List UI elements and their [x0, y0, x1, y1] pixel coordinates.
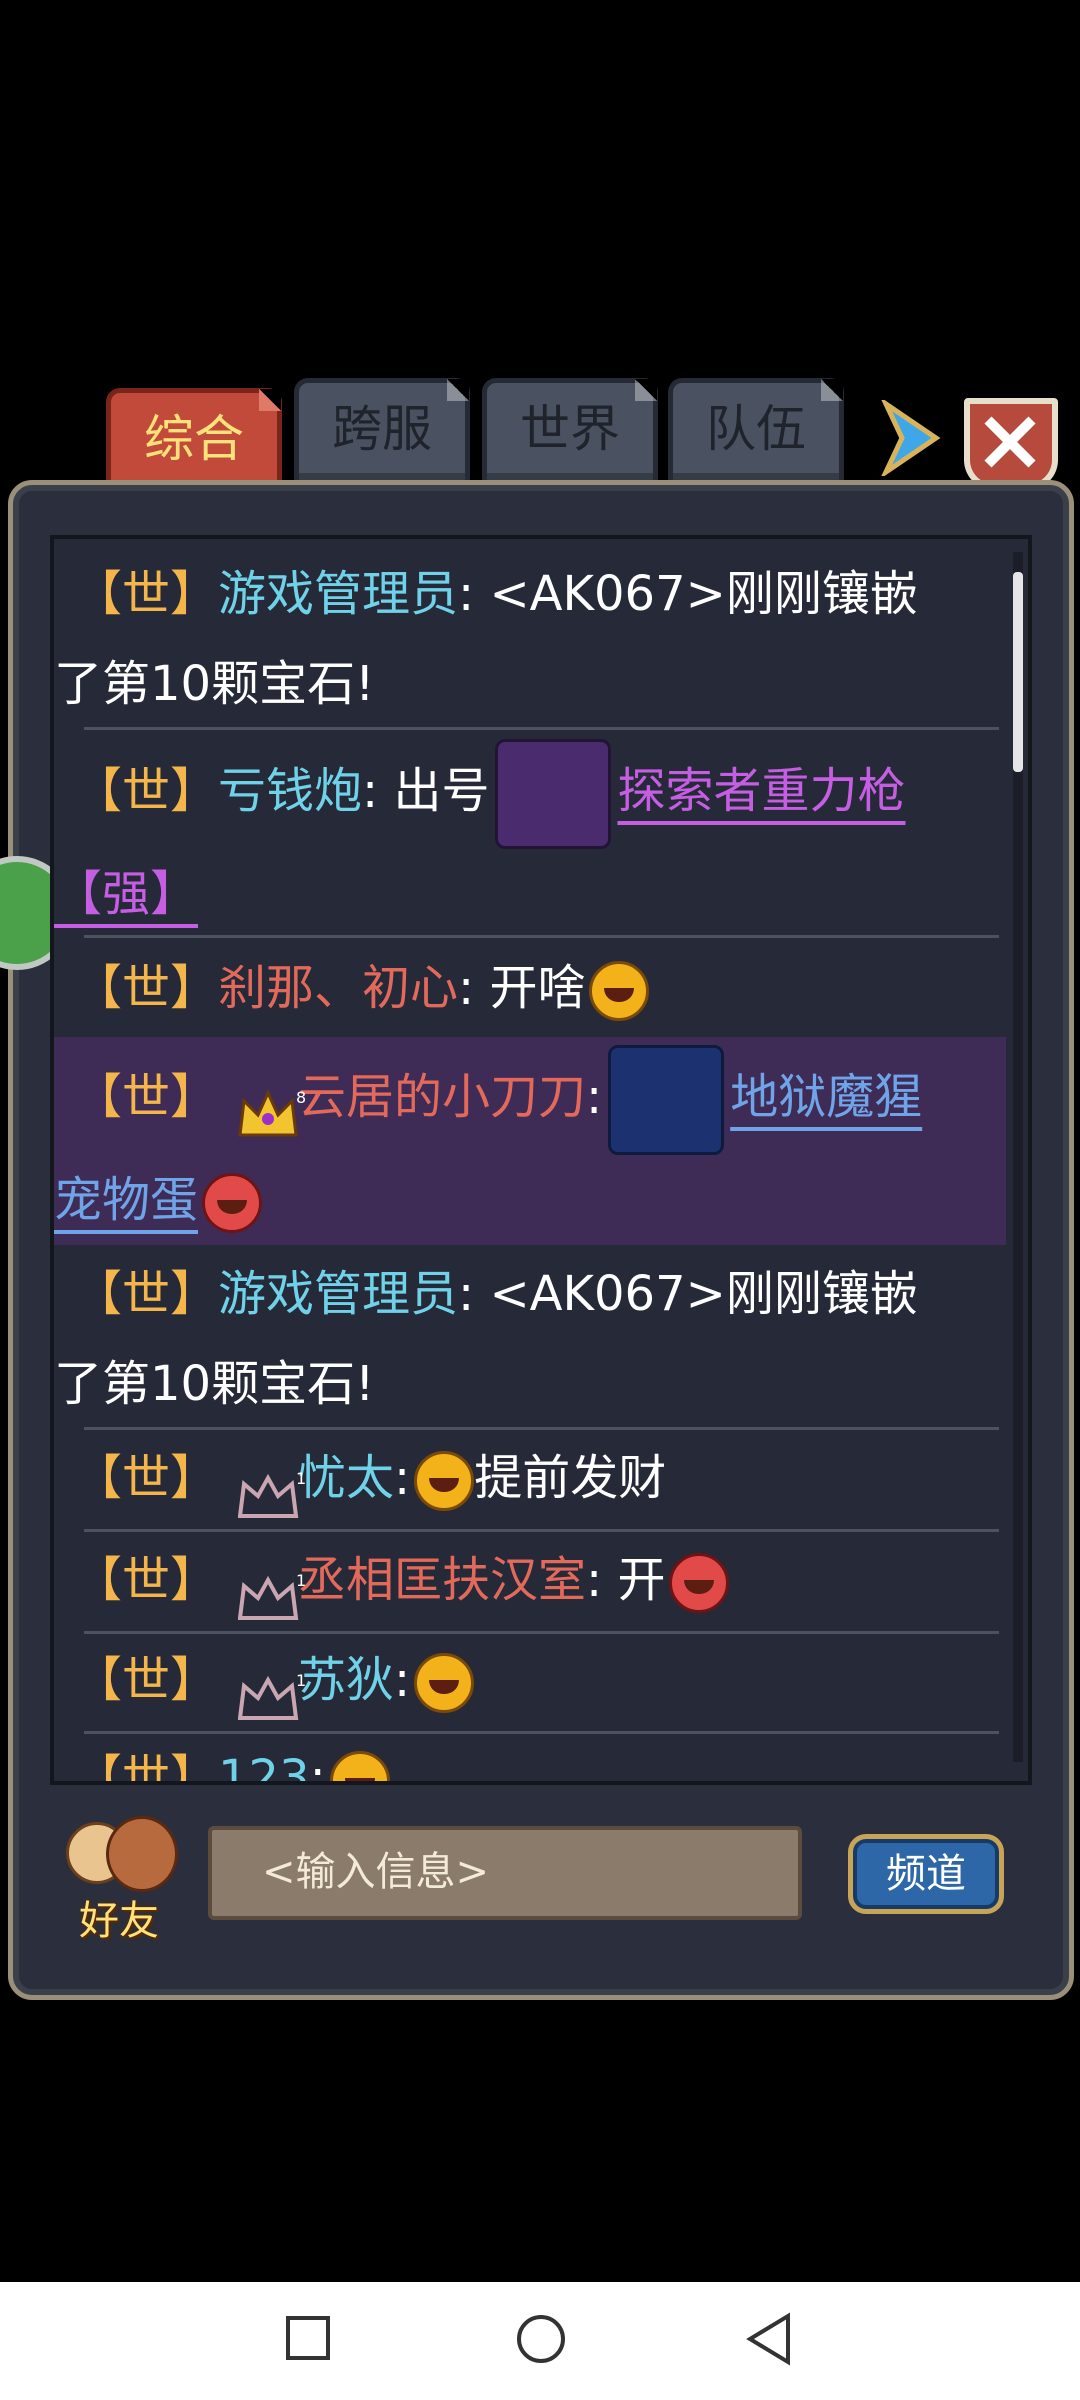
- sender-name[interactable]: 123: [218, 1750, 310, 1781]
- tab-team-label: 队伍: [706, 400, 806, 458]
- tab-world[interactable]: 世界: [482, 378, 658, 488]
- angry-emoji-icon: [202, 1173, 263, 1233]
- sender-name[interactable]: 丞相匡扶汉室: [298, 1552, 586, 1608]
- message-text-line2: 了第10颗宝石!: [54, 656, 375, 712]
- crown-icon: 1: [237, 1661, 306, 1720]
- channel-button-label: 频道: [886, 1851, 966, 1897]
- back-icon[interactable]: [744, 2312, 794, 2366]
- message-colon: :: [394, 1450, 411, 1506]
- sender-name[interactable]: 苏狄: [298, 1652, 394, 1708]
- gold-crown-icon: 8: [238, 1078, 306, 1137]
- friend-avatar-icon: [106, 1816, 178, 1892]
- chat-message: 【世】 8 云居的小刀刀: 地狱魔猩 宠物蛋: [54, 1045, 1006, 1245]
- laugh-emoji-icon: [589, 961, 650, 1021]
- laugh-emoji-icon: [414, 1653, 475, 1713]
- message-text: 提前发财: [474, 1450, 667, 1506]
- divider: [84, 1427, 999, 1430]
- friends-label: 好友: [79, 1898, 159, 1944]
- tab-cross-server-label: 跨服: [332, 400, 432, 458]
- chat-message: 【世】 1 苏狄:: [54, 1635, 1006, 1725]
- sender-name[interactable]: 忧太: [298, 1450, 394, 1506]
- gravity-gun-icon[interactable]: [495, 739, 612, 849]
- collapse-arrow-icon[interactable]: [880, 400, 944, 476]
- crown-level: 1: [296, 1672, 306, 1690]
- system-nav-bar: [0, 2282, 1080, 2400]
- message-colon: :: [586, 1069, 603, 1125]
- friends-button[interactable]: 好友: [60, 1816, 178, 1946]
- divider: [84, 727, 999, 730]
- divider: [84, 1631, 999, 1634]
- chat-message: 【世】 1 丞相匡扶汉室: 开: [54, 1535, 1006, 1625]
- channel-tag: 【世】: [74, 1750, 219, 1785]
- channel-tag: 【世】: [74, 1652, 219, 1708]
- sender-name[interactable]: 游戏管理员: [218, 566, 458, 622]
- pet-egg-icon[interactable]: [608, 1045, 725, 1155]
- channel-tag: 【世】: [74, 960, 219, 1016]
- laugh-emoji-icon: [329, 1751, 390, 1781]
- item-link[interactable]: 地狱魔猩: [730, 1069, 922, 1125]
- message-text: : 开: [586, 1552, 666, 1608]
- divider: [84, 1529, 999, 1532]
- item-link-line2[interactable]: 宠物蛋: [54, 1172, 198, 1228]
- tab-world-label: 世界: [520, 400, 620, 458]
- tab-cross-server[interactable]: 跨服: [294, 378, 470, 488]
- chat-message: 【世】刹那、初心: 开啥: [54, 943, 1006, 1033]
- chat-message: 【世】游戏管理员: <AK067>刚刚镶嵌 了第10颗宝石!: [54, 1249, 1006, 1429]
- message-input[interactable]: <输入信息>: [208, 1826, 802, 1920]
- close-button[interactable]: [964, 398, 1058, 490]
- chat-log[interactable]: 【世】游戏管理员: <AK067>刚刚镶嵌 了第10颗宝石! 【世】亏钱炮: 出…: [50, 535, 1032, 1785]
- tab-general-label: 综合: [144, 410, 244, 468]
- sender-name[interactable]: 刹那、初心: [218, 960, 458, 1016]
- channel-tag: 【世】: [74, 1266, 219, 1322]
- crown-level: 1: [296, 1470, 306, 1488]
- channel-tag: 【世】: [74, 1552, 219, 1608]
- crown-level: 1: [296, 1572, 306, 1590]
- home-icon[interactable]: [514, 2312, 568, 2366]
- sender-name[interactable]: 亏钱炮: [218, 763, 362, 819]
- sender-name[interactable]: 云居的小刀刀: [298, 1069, 586, 1125]
- chat-message: 【世】亏钱炮: 出号 探索者重力枪 【强】: [54, 739, 1006, 939]
- chat-message: 【世】 1 忧太: 提前发财: [54, 1433, 1006, 1523]
- item-link[interactable]: 探索者重力枪: [617, 763, 905, 819]
- channel-tag: 【世】: [74, 1069, 219, 1125]
- recent-apps-icon[interactable]: [284, 2314, 334, 2364]
- scrollbar-thumb[interactable]: [1013, 572, 1023, 772]
- message-text: : <AK067>刚刚镶嵌: [458, 1266, 918, 1322]
- chat-scrollbar[interactable]: [1013, 552, 1023, 1762]
- message-colon: :: [394, 1652, 411, 1708]
- message-text-line2: 了第10颗宝石!: [54, 1356, 375, 1412]
- chat-message: 【世】游戏管理员: <AK067>刚刚镶嵌 了第10颗宝石!: [54, 549, 1006, 729]
- item-link-line2[interactable]: 【强】: [54, 866, 198, 922]
- crown-icon: 1: [237, 1459, 306, 1518]
- tab-team[interactable]: 队伍: [668, 378, 844, 488]
- message-text: : <AK067>刚刚镶嵌: [458, 566, 918, 622]
- message-text: : 出号: [362, 763, 490, 819]
- message-text: : 开啥: [458, 960, 586, 1016]
- message-colon: :: [309, 1750, 326, 1785]
- message-input-placeholder: <输入信息>: [262, 1849, 490, 1895]
- close-icon: [984, 416, 1036, 468]
- laugh-emoji-icon: [414, 1451, 475, 1511]
- angry-emoji-icon: [669, 1553, 730, 1613]
- sender-name[interactable]: 游戏管理员: [218, 1266, 458, 1322]
- channel-button[interactable]: 频道: [848, 1834, 1004, 1914]
- divider: [84, 935, 999, 938]
- chat-message: 【世】123:: [54, 1733, 1006, 1785]
- channel-tag: 【世】: [74, 1450, 219, 1506]
- crown-icon: 1: [237, 1561, 306, 1620]
- channel-tag: 【世】: [74, 566, 219, 622]
- crown-level: 8: [296, 1089, 306, 1107]
- channel-tag: 【世】: [74, 763, 219, 819]
